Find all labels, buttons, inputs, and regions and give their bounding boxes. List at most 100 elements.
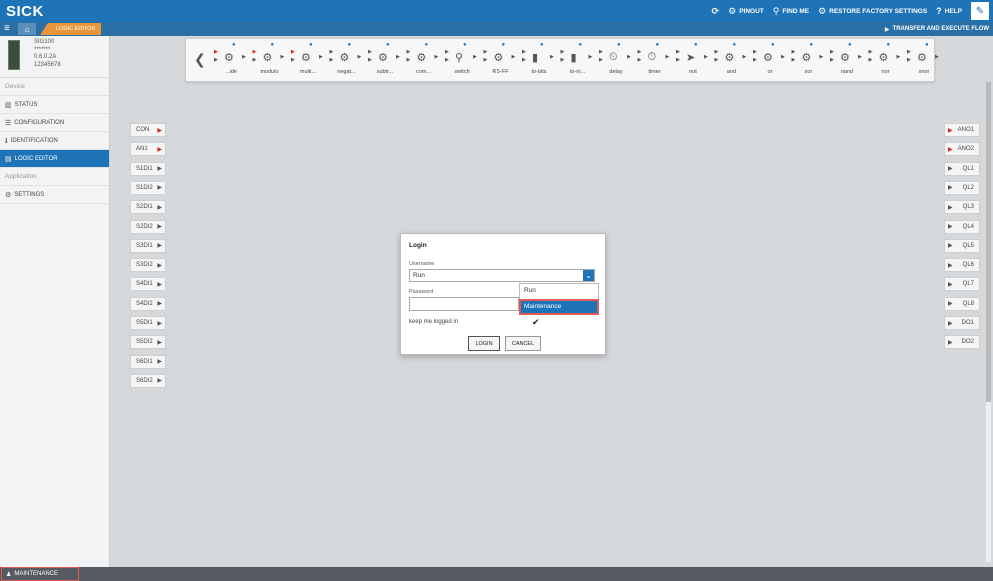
input-pin-icon[interactable]: ▶	[948, 165, 953, 172]
input-block-s4di1[interactable]: S4DI1 ▶	[130, 277, 166, 292]
input-block-s6di2[interactable]: S6DI2 ▶	[130, 373, 166, 388]
tool-block[interactable]: ● ⚙ ▶ ▶ ▶ negat...	[328, 42, 366, 80]
info-icon[interactable]: ●	[656, 42, 660, 48]
info-icon[interactable]: ●	[810, 42, 814, 48]
input-block-s5di2[interactable]: S5DI2 ▶	[130, 335, 166, 350]
tool-block[interactable]: ● ⚙ ▶ ▶ ▶ nand	[828, 42, 866, 80]
tool-block[interactable]: ● ⏱ ▶ ▶ ▶ timer	[636, 42, 674, 80]
password-input[interactable]	[409, 297, 519, 311]
info-icon[interactable]: ●	[502, 42, 506, 48]
input-pin-icon[interactable]: ▶	[948, 242, 953, 249]
output-block-ano2[interactable]: ▶ ANO2	[944, 142, 980, 157]
home-button[interactable]: ⌂	[18, 23, 36, 35]
tool-block[interactable]: ● ⚙ ▶ ▶ ▶ com...	[405, 42, 443, 80]
output-block-do2[interactable]: ▶ DO2	[944, 335, 980, 350]
input-pin-icon[interactable]: ▶	[948, 320, 953, 327]
info-icon[interactable]: ●	[733, 42, 737, 48]
option-run[interactable]: Run	[520, 284, 598, 298]
input-block-s1di2[interactable]: S1DI2 ▶	[130, 180, 166, 195]
info-icon[interactable]: ●	[463, 42, 467, 48]
header-action-restore-factory-settings[interactable]: ⚙ RESTORE FACTORY SETTINGS	[818, 6, 927, 17]
keep-logged-in-checkbox[interactable]: ✔	[532, 317, 540, 328]
input-pin-icon[interactable]: ▶	[948, 146, 953, 153]
input-pin-icon[interactable]: ▶	[948, 223, 953, 230]
output-block-ql3[interactable]: ▶ QL3	[944, 200, 980, 215]
sidebar-item-status[interactable]: ▥ STATUS	[0, 96, 109, 114]
info-icon[interactable]: ●	[848, 42, 852, 48]
info-icon[interactable]: ●	[617, 42, 621, 48]
output-pin-icon[interactable]: ▶	[157, 223, 162, 230]
breadcrumb-logic-editor[interactable]: LOGIC EDITOR	[40, 23, 102, 35]
scroll-left-icon[interactable]: ❮	[194, 51, 206, 68]
info-icon[interactable]: ●	[540, 42, 544, 48]
info-icon[interactable]: ●	[579, 42, 583, 48]
header-action-pinout[interactable]: ⚙ PINOUT	[728, 6, 764, 17]
input-pin-icon[interactable]: ▶	[948, 204, 953, 211]
input-pin-icon[interactable]: ▶	[948, 262, 953, 269]
input-pin-icon[interactable]: ▶	[948, 127, 953, 134]
input-pin-icon[interactable]: ▶	[948, 281, 953, 288]
tool-block[interactable]: ● ▮ ▶ ▶ ▶ to-bits	[520, 42, 558, 80]
output-pin-icon[interactable]: ▶	[157, 165, 162, 172]
output-block-do1[interactable]: ▶ DO1	[944, 316, 980, 330]
header-action-refresh[interactable]: ⟳	[712, 6, 720, 17]
transfer-and-execute-button[interactable]: ▶ TRANSFER AND EXECUTE FLOW	[885, 23, 989, 35]
output-pin-icon[interactable]: ▶	[157, 339, 162, 346]
tool-block[interactable]: ● ⏲ ▶ ▶ ▶ delay	[597, 42, 635, 80]
info-icon[interactable]: ●	[887, 42, 891, 48]
input-block-s4di2[interactable]: S4DI2 ▶	[130, 296, 166, 311]
sidebar-item-identification[interactable]: ℹ IDENTIFICATION	[0, 132, 109, 150]
input-block-s5di1[interactable]: S5DI1 ▶	[130, 316, 166, 330]
output-block-ql8[interactable]: ▶ QL8	[944, 296, 980, 311]
tool-block[interactable]: ● ⚙ ▶ ▶ ▶ xnor	[905, 42, 943, 80]
input-block-s2di1[interactable]: S2DI1 ▶	[130, 200, 166, 215]
output-pin-icon[interactable]: ▶	[157, 300, 162, 307]
output-pin-icon[interactable]: ▶	[157, 204, 162, 211]
info-icon[interactable]: ●	[348, 42, 352, 48]
tool-block[interactable]: ● ⚙ ▶ ▶ ▶ ...ide	[212, 42, 250, 80]
output-pin-icon[interactable]: ▶	[157, 281, 162, 288]
output-pin-icon[interactable]: ▶	[157, 184, 162, 191]
input-block-an1[interactable]: AN1 ▶	[130, 142, 166, 157]
username-select[interactable]: Run ⌄	[409, 269, 595, 282]
vertical-scrollbar[interactable]	[986, 82, 991, 562]
output-block-ql5[interactable]: ▶ QL5	[944, 238, 980, 253]
output-block-ano1[interactable]: ▶ ANO1	[944, 123, 980, 137]
tool-block[interactable]: ● ⚙ ▶ ▶ ▶ multi...	[289, 42, 327, 80]
output-block-ql2[interactable]: ▶ QL2	[944, 180, 980, 195]
tool-block[interactable]: ● ⚙ ▶ ▶ ▶ or	[751, 42, 789, 80]
input-pin-icon[interactable]: ▶	[948, 184, 953, 191]
wrench-icon[interactable]: ✎	[971, 2, 989, 20]
input-pin-icon[interactable]: ▶	[948, 339, 953, 346]
input-block-con[interactable]: CON ▶	[130, 123, 166, 137]
info-icon[interactable]: ●	[771, 42, 775, 48]
output-pin-icon[interactable]: ▶	[157, 358, 162, 365]
cancel-button[interactable]: CANCEL	[505, 336, 541, 351]
scrollbar-thumb[interactable]	[986, 82, 991, 402]
info-icon[interactable]: ●	[694, 42, 698, 48]
tool-block[interactable]: ● ➤ ▶ ▶ ▶ not	[674, 42, 712, 80]
input-block-s1di1[interactable]: S1DI1 ▶	[130, 161, 166, 176]
sidebar-item-configuration[interactable]: ☰ CONFIGURATION	[0, 114, 109, 132]
info-icon[interactable]: ●	[309, 42, 313, 48]
info-icon[interactable]: ●	[386, 42, 390, 48]
output-pin-icon[interactable]: ▶	[157, 146, 162, 153]
input-block-s6di1[interactable]: S6DI1 ▶	[130, 354, 166, 369]
current-user[interactable]: ♟ MAINTENANCE	[1, 567, 79, 581]
tool-block[interactable]: ● ▮ ▶ ▶ ▶ to-ni...	[559, 42, 597, 80]
option-maintenance[interactable]: Maintenance	[519, 299, 599, 315]
tool-block[interactable]: ● ⚙ ▶ ▶ ▶ xor	[790, 42, 828, 80]
tool-block[interactable]: ● ⚲ ▶ ▶ ▶ switch	[443, 42, 481, 80]
tool-block[interactable]: ● ⚙ ▶ ▶ ▶ RS-FF	[482, 42, 520, 80]
output-block-ql7[interactable]: ▶ QL7	[944, 277, 980, 292]
info-icon[interactable]: ●	[232, 42, 236, 48]
output-block-ql4[interactable]: ▶ QL4	[944, 219, 980, 234]
output-pin-icon[interactable]: ▶	[157, 262, 162, 269]
output-pin-icon[interactable]: ▶	[157, 127, 162, 134]
tool-block[interactable]: ● ⚙ ▶ ▶ ▶ modulo	[251, 42, 289, 80]
input-pin-icon[interactable]: ▶	[948, 300, 953, 307]
tool-block[interactable]: ● ⚙ ▶ ▶ ▶ subtr...	[366, 42, 404, 80]
input-block-s3di2[interactable]: S3DI2 ▶	[130, 258, 166, 273]
output-pin-icon[interactable]: ▶	[157, 377, 162, 384]
chevron-down-icon[interactable]: ⌄	[583, 270, 594, 281]
